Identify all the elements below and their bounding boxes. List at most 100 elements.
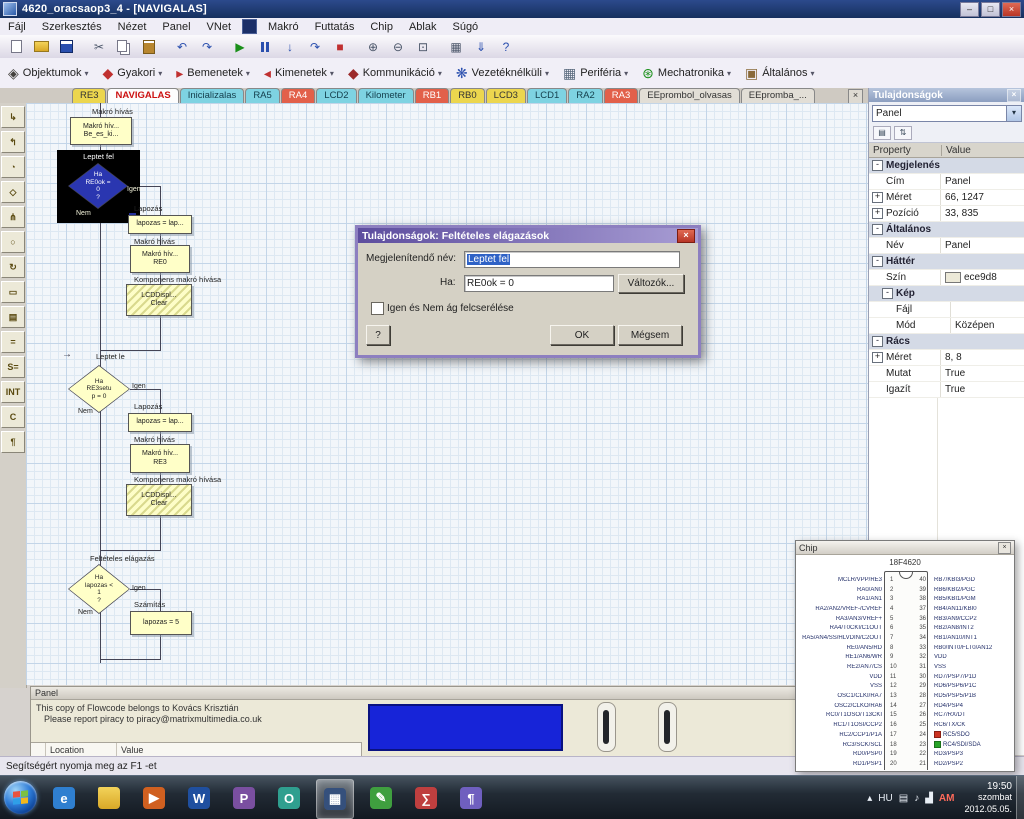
calculation-box[interactable]: lapozas = lap... [128, 413, 192, 432]
property-row[interactable]: - Megjelenés [869, 158, 1024, 174]
property-value-cell[interactable]: Panel [941, 176, 1024, 187]
component-group-gyakori[interactable]: ◆ Gyakori ▾ [103, 65, 163, 82]
component-group-vezeteknelkuli[interactable]: ❋ Vezetéknélküli ▾ [456, 65, 549, 82]
component-macro-icon[interactable]: ▤ [1, 306, 25, 328]
expand-icon[interactable]: - [872, 160, 883, 171]
property-value-cell[interactable]: 33, 835 [941, 208, 1024, 219]
condition-input[interactable]: RE0ok = 0 [464, 275, 614, 292]
property-value-cell[interactable]: 8, 8 [941, 352, 1024, 363]
component-macro-box[interactable]: LCDDispl... Clear [126, 484, 192, 516]
document-tab[interactable]: RB0 [450, 88, 485, 103]
document-tab[interactable]: RE3 [72, 88, 107, 103]
document-tab[interactable]: RA4 [280, 88, 316, 103]
property-row[interactable]: - Általános [869, 222, 1024, 238]
interrupt-icon[interactable]: INT [1, 381, 25, 403]
start-button[interactable] [4, 781, 37, 814]
cancel-button[interactable]: Mégsem [618, 325, 682, 345]
taskbar-app-word[interactable]: W [181, 779, 217, 817]
redo-icon[interactable]: ↷ [195, 36, 219, 58]
slider-component[interactable] [658, 702, 677, 752]
categorize-icon[interactable]: ▤ [873, 126, 891, 140]
property-row[interactable]: Cím Panel [869, 174, 1024, 190]
slider-component[interactable] [597, 702, 616, 752]
expand-icon[interactable]: - [872, 256, 883, 267]
property-row[interactable]: Mód Középen [869, 318, 1024, 334]
document-tab[interactable]: RB1 [414, 88, 450, 103]
object-selector-dropdown[interactable]: Panel ▾ [872, 105, 1022, 122]
document-tab[interactable]: LCD3 [485, 88, 526, 103]
decision-diamond[interactable]: Ha lapozas < 1 ? [68, 564, 130, 614]
tray-network-icon[interactable]: ▟ [925, 793, 933, 804]
calculation-icon[interactable]: = [1, 331, 25, 353]
save-icon[interactable] [54, 36, 78, 58]
chip-view-icon[interactable]: ▦ [444, 36, 468, 58]
menu-item[interactable]: Nézet [110, 20, 155, 34]
component-group-mechatronika[interactable]: ⊛ Mechatronika ▾ [642, 65, 731, 82]
document-tab[interactable]: EEprombol_olvasas [639, 88, 740, 103]
copy-icon[interactable] [112, 36, 136, 58]
step-into-icon[interactable]: ↓ [278, 36, 302, 58]
zoom-in-icon[interactable]: ⊕ [361, 36, 385, 58]
document-tab[interactable]: NAVIGALAS [107, 88, 179, 103]
property-row[interactable]: Fájl [869, 302, 1024, 318]
taskbar-app-outlook[interactable]: O [271, 779, 307, 817]
document-tab[interactable]: Inicializalas [179, 88, 245, 103]
stop-icon[interactable]: ■ [328, 36, 352, 58]
decision-diamond[interactable]: Ha RE0ok = 0 ? [68, 163, 128, 209]
property-row[interactable]: - Háttér [869, 254, 1024, 270]
document-tab[interactable]: RA2 [568, 88, 603, 103]
taskbar-clock[interactable]: 19:50 szombat 2012.05.05. [964, 781, 1012, 816]
chip-close-icon[interactable]: × [998, 541, 1011, 554]
taskbar-app-paint[interactable]: ✎ [363, 779, 399, 817]
expand-icon[interactable]: + [872, 192, 883, 203]
macro-call-box[interactable]: Makró hív... RE3 [130, 444, 190, 473]
property-row[interactable]: Igazít True [869, 382, 1024, 398]
taskbar-app-calculator[interactable]: ∑ [408, 779, 444, 817]
flowchart-canvas[interactable]: Makró hívás Makró hív... Be_es_ki... Lep… [26, 103, 868, 685]
panel-close-icon[interactable]: × [1007, 88, 1021, 102]
property-row[interactable]: Szín ece9d8 [869, 270, 1024, 286]
maximize-button[interactable]: □ [981, 2, 1000, 17]
component-group-periferia[interactable]: ▦ Periféria ▾ [563, 65, 628, 82]
undo-icon[interactable]: ↶ [170, 36, 194, 58]
compile-icon[interactable]: ⇓ [469, 36, 493, 58]
variables-button[interactable]: Változók... [618, 274, 684, 293]
taskbar-app-flowcode[interactable]: ▦ [316, 779, 354, 819]
loop-icon[interactable]: ↻ [1, 256, 25, 278]
expand-icon[interactable]: + [872, 208, 883, 219]
component-group-kimenetek[interactable]: ◂ Kimenetek ▾ [264, 65, 334, 82]
display-name-input[interactable]: Leptet fel [464, 251, 680, 268]
pause-icon[interactable] [253, 36, 277, 58]
c-code-icon[interactable]: C [1, 406, 25, 428]
expand-icon[interactable]: - [872, 224, 883, 235]
menu-item[interactable]: Futtatás [307, 20, 363, 34]
document-tab[interactable]: Kilometer [357, 88, 414, 103]
menu-item[interactable]: Ablak [401, 20, 445, 34]
dialog-close-icon[interactable]: × [677, 229, 695, 243]
document-tab[interactable]: RA5 [245, 88, 280, 103]
expand-icon[interactable]: + [872, 352, 883, 363]
taskbar-app-internet-explorer[interactable]: e [46, 779, 82, 817]
calculation-box[interactable]: lapozas = 5 [130, 611, 192, 635]
input-icon[interactable]: ↳ [1, 106, 25, 128]
help-button[interactable]: ? [366, 325, 390, 345]
delay-icon[interactable]: ◔ [1, 156, 25, 178]
lcd-display-component[interactable] [368, 704, 563, 751]
selected-decision[interactable]: Leptet fel Ha RE0ok = 0 ? Igen Nem [57, 150, 141, 223]
component-group-bemenetek[interactable]: ▸ Bemenetek ▾ [176, 65, 250, 82]
ok-button[interactable]: OK [550, 325, 614, 345]
calculation-box[interactable]: lapozas = lap... [128, 215, 192, 234]
property-value-cell[interactable]: Panel [941, 240, 1024, 251]
property-row[interactable]: Mutat True [869, 366, 1024, 382]
expand-icon[interactable]: - [872, 336, 883, 347]
property-row[interactable]: - Rács [869, 334, 1024, 350]
macro-call-box[interactable]: Makró hív... RE0 [130, 245, 190, 273]
paste-icon[interactable] [137, 36, 161, 58]
chevron-down-icon[interactable]: ▾ [1006, 106, 1021, 121]
component-group-kommunikacio[interactable]: ◆ Kommunikáció ▾ [348, 65, 442, 82]
open-file-icon[interactable] [29, 36, 53, 58]
cut-icon[interactable]: ✂ [87, 36, 111, 58]
document-tab[interactable]: EEpromba_... [740, 88, 815, 103]
decision-icon[interactable]: ◇ [1, 181, 25, 203]
output-icon[interactable]: ↰ [1, 131, 25, 153]
